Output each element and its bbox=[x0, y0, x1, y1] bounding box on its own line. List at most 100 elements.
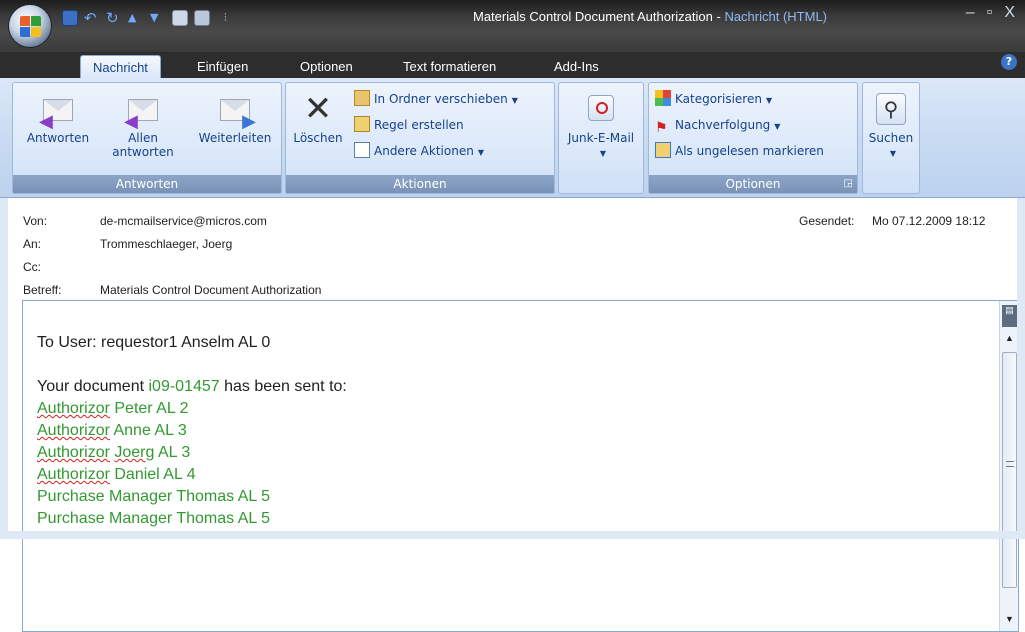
help-icon[interactable]: ? bbox=[1001, 54, 1017, 70]
dialog-launcher-icon[interactable]: ◲ bbox=[844, 175, 853, 193]
message-header: Von: de-mcmailservice@micros.com Gesende… bbox=[0, 198, 1025, 298]
other-actions-button[interactable]: Andere Aktionen ▼ bbox=[354, 141, 484, 161]
reply-button[interactable]: ◀ Antworten bbox=[17, 93, 99, 145]
window-border-left bbox=[0, 198, 8, 539]
save-icon[interactable] bbox=[62, 10, 78, 26]
move-to-folder-button[interactable]: In Ordner verschieben ▼ bbox=[354, 89, 518, 109]
office-logo-icon bbox=[20, 16, 42, 38]
redo-icon[interactable]: ↻ bbox=[106, 10, 122, 26]
reply-all-button[interactable]: ◀ Allen antworten bbox=[103, 93, 183, 159]
forward-icon: ▶ bbox=[218, 93, 256, 131]
create-rule-button[interactable]: Regel erstellen bbox=[354, 115, 464, 135]
group-label-antworten: Antworten bbox=[13, 175, 281, 193]
recipient-role: Authorizor bbox=[37, 422, 110, 439]
chevron-down-icon: ▼ bbox=[599, 149, 607, 158]
recipient-role: Authorizor bbox=[37, 400, 110, 417]
recipient-rest: AL 3 bbox=[154, 444, 191, 461]
office-button[interactable] bbox=[8, 4, 52, 48]
junk-email-button[interactable]: Junk-E-Mail ▼ bbox=[561, 93, 641, 161]
maximize-button[interactable]: ▫ bbox=[987, 4, 993, 22]
tab-optionen[interactable]: Optionen bbox=[288, 55, 365, 78]
chevron-down-icon: ▼ bbox=[477, 148, 484, 157]
chevron-down-icon: ▼ bbox=[774, 122, 781, 131]
create-rule-label: Regel erstellen bbox=[374, 118, 464, 132]
scroll-down-icon[interactable]: ▼ bbox=[1002, 614, 1017, 628]
group-junk: Junk-E-Mail ▼ bbox=[558, 82, 644, 194]
from-label: Von: bbox=[23, 214, 48, 228]
chevron-down-icon: ▼ bbox=[889, 149, 897, 158]
reply-label: Antworten bbox=[26, 131, 90, 145]
customize-qat-icon[interactable]: ⫶ bbox=[224, 10, 240, 26]
to-label: An: bbox=[23, 237, 42, 251]
junk-icon bbox=[584, 93, 618, 125]
binoculars-icon: ⚲ bbox=[876, 93, 906, 125]
window-title-separator: - bbox=[712, 9, 725, 24]
other-actions-icon bbox=[354, 142, 370, 158]
manager-line: Purchase Manager Thomas AL 5 bbox=[37, 488, 271, 505]
message-options-icon[interactable]: ▤ bbox=[1002, 305, 1017, 327]
delete-x-icon: ✕ bbox=[303, 89, 333, 129]
tab-add-ins[interactable]: Add-Ins bbox=[542, 55, 611, 78]
ribbon-tabs: Nachricht Einfügen Optionen Text formati… bbox=[0, 52, 1025, 78]
mark-unread-label: Als ungelesen markieren bbox=[675, 144, 824, 158]
sent-value: Mo 07.12.2009 18:12 bbox=[872, 214, 986, 228]
grip-icon bbox=[1006, 461, 1014, 467]
categorize-button[interactable]: Kategorisieren ▼ bbox=[655, 89, 772, 109]
group-aktionen: ✕ Löschen In Ordner verschieben ▼ Regel e… bbox=[285, 82, 555, 194]
body-to-user: To User: requestor1 Anselm AL 0 bbox=[37, 334, 271, 351]
recipient-rest: Peter AL 2 bbox=[109, 400, 189, 417]
scroll-thumb[interactable] bbox=[1002, 352, 1017, 588]
manager-line: Purchase Manager Thomas AL 5 bbox=[37, 510, 271, 527]
next-item-icon[interactable]: ▼ bbox=[150, 10, 166, 26]
close-button[interactable]: X bbox=[1004, 4, 1015, 22]
vertical-scrollbar[interactable]: ▤ ▲ ▼ bbox=[999, 301, 1018, 631]
mark-unread-button[interactable]: Als ungelesen markieren bbox=[655, 141, 824, 161]
recipient-line: Authorizor Joerg AL 3 bbox=[37, 444, 190, 462]
window-title: Materials Control Document Authorization… bbox=[370, 9, 930, 24]
follow-up-button[interactable]: ⚑ Nachverfolgung ▼ bbox=[655, 115, 781, 136]
window-controls: – ▫ X bbox=[966, 4, 1015, 22]
forward-label: Weiterleiten bbox=[198, 131, 272, 145]
scroll-up-icon[interactable]: ▲ bbox=[1002, 333, 1017, 347]
recipient-line: Authorizor Peter AL 2 bbox=[37, 400, 189, 418]
minimize-button[interactable]: – bbox=[966, 4, 975, 22]
search-button[interactable]: ⚲ Suchen ▼ bbox=[864, 93, 918, 161]
recipient-role: Authorizor bbox=[37, 444, 110, 461]
reply-icon: ◀ bbox=[39, 93, 75, 131]
body-document-line: Your document i09-01457 has been sent to… bbox=[37, 378, 347, 396]
undo-icon[interactable]: ↶ bbox=[84, 10, 100, 26]
previous-item-icon[interactable]: ▲ bbox=[128, 10, 144, 26]
flag-icon: ⚑ bbox=[655, 120, 668, 136]
move-to-folder-icon bbox=[354, 90, 370, 106]
delete-button[interactable]: ✕ Löschen bbox=[288, 89, 348, 145]
reply-all-icon: ◀ bbox=[124, 93, 160, 131]
recipient-rest: Anne AL 3 bbox=[109, 422, 187, 439]
forward-button[interactable]: ▶ Weiterleiten bbox=[191, 93, 279, 145]
body-doc-id: i09-01457 bbox=[148, 378, 220, 395]
from-value[interactable]: de-mcmailservice@micros.com bbox=[100, 214, 267, 228]
chevron-down-icon: ▼ bbox=[511, 96, 518, 105]
junk-email-label: Junk-E-Mail bbox=[567, 131, 635, 145]
tab-nachricht[interactable]: Nachricht bbox=[80, 55, 161, 78]
tab-text-formatieren[interactable]: Text formatieren bbox=[391, 55, 508, 78]
recipient-role: Authorizor bbox=[37, 466, 110, 483]
ribbon: ◀ Antworten ◀ Allen antworten ▶ Weiterle… bbox=[0, 78, 1025, 198]
outlook-message-window: ↶ ↻ ▲ ▼ ⫶ Materials Control Document Aut… bbox=[0, 0, 1025, 632]
group-label-aktionen: Aktionen bbox=[286, 175, 554, 193]
subject-label: Betreff: bbox=[23, 283, 62, 297]
subject-value: Materials Control Document Authorization bbox=[100, 283, 322, 297]
recipient-line: Authorizor Anne AL 3 bbox=[37, 422, 187, 440]
print-icon[interactable] bbox=[194, 10, 210, 26]
create-rule-icon bbox=[354, 116, 370, 132]
group-label-optionen-text: Optionen bbox=[725, 177, 781, 191]
reply-all-label-line2: antworten bbox=[112, 145, 174, 159]
tab-einfuegen[interactable]: Einfügen bbox=[185, 55, 260, 78]
copy-icon[interactable] bbox=[172, 10, 188, 26]
body-doc-suffix: has been sent to: bbox=[219, 378, 347, 395]
quick-access-toolbar: ↶ ↻ ▲ ▼ ⫶ bbox=[62, 7, 240, 29]
window-title-suffix: Nachricht (HTML) bbox=[724, 9, 828, 24]
to-value[interactable]: Trommeschlaeger, Joerg bbox=[100, 237, 232, 251]
group-optionen: Kategorisieren ▼ ⚑ Nachverfolgung ▼ Als ung… bbox=[648, 82, 858, 194]
body-doc-prefix: Your document bbox=[37, 378, 149, 395]
message-body[interactable]: To User: requestor1 Anselm AL 0 Your doc… bbox=[22, 300, 1019, 632]
